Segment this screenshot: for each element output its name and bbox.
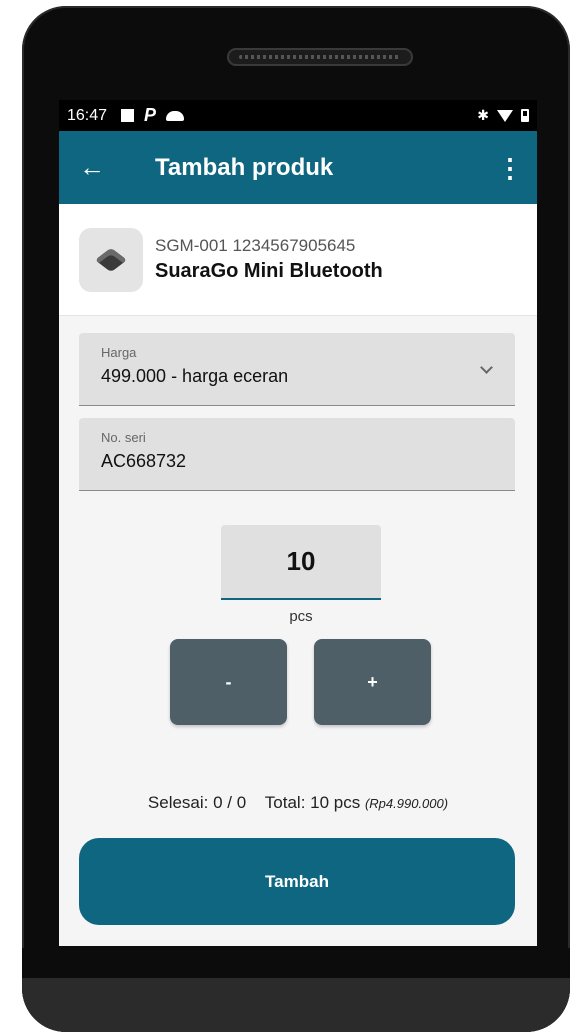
increment-button[interactable]: +	[314, 639, 431, 725]
parking-icon: P	[144, 105, 157, 125]
status-right-icons: ✱	[477, 107, 529, 124]
serial-label: No. seri	[101, 430, 146, 445]
cube-icon	[94, 247, 128, 272]
serial-value: AC668732	[101, 451, 187, 471]
decrement-button[interactable]: -	[170, 639, 287, 725]
quantity-input[interactable]: 10	[221, 525, 381, 600]
app-bar: ← Tambah produk ⋮	[59, 131, 537, 204]
product-header: SGM-001 1234567905645 SuaraGo Mini Bluet…	[59, 204, 537, 316]
product-name: SuaraGo Mini Bluetooth	[155, 260, 383, 282]
battery-icon	[521, 109, 529, 122]
total-count: Total: 10 pcs	[264, 793, 361, 812]
price-value: 499.000 - harga eceran	[101, 366, 289, 386]
product-code: SGM-001 1234567905645	[155, 236, 356, 255]
product-thumbnail	[79, 227, 143, 292]
phone-bottom-bezel	[22, 948, 570, 1032]
total-amount: (Rp4.990.000)	[364, 796, 449, 811]
wifi-icon	[497, 109, 513, 122]
more-vert-icon[interactable]: ⋮	[497, 155, 523, 181]
bluetooth-icon: ✱	[477, 107, 489, 123]
serial-field[interactable]: No. seri AC668732	[79, 418, 515, 491]
status-bar: 16:47 P ✱	[59, 100, 537, 131]
done-count: Selesai: 0 / 0	[147, 793, 247, 812]
notification-square-icon	[121, 109, 135, 122]
back-arrow-icon[interactable]: ←	[79, 152, 113, 183]
summary-line: Selesai: 0 / 0 Total: 10 pcs (Rp4.990.00…	[59, 793, 537, 813]
quantity-unit: pcs	[289, 608, 313, 625]
price-select[interactable]: Harga 499.000 - harga eceran	[79, 333, 515, 406]
cloud-icon	[166, 110, 185, 121]
add-button[interactable]: Tambah	[79, 838, 515, 925]
product-info: SGM-001 1234567905645 SuaraGo Mini Bluet…	[155, 236, 383, 283]
price-label: Harga	[101, 345, 137, 360]
page-title: Tambah produk	[155, 153, 334, 181]
speaker-grille	[227, 48, 413, 66]
status-time: 16:47	[67, 106, 108, 124]
screen: 16:47 P ✱ ← Tambah produk ⋮ SGM-001 1234…	[59, 100, 537, 946]
